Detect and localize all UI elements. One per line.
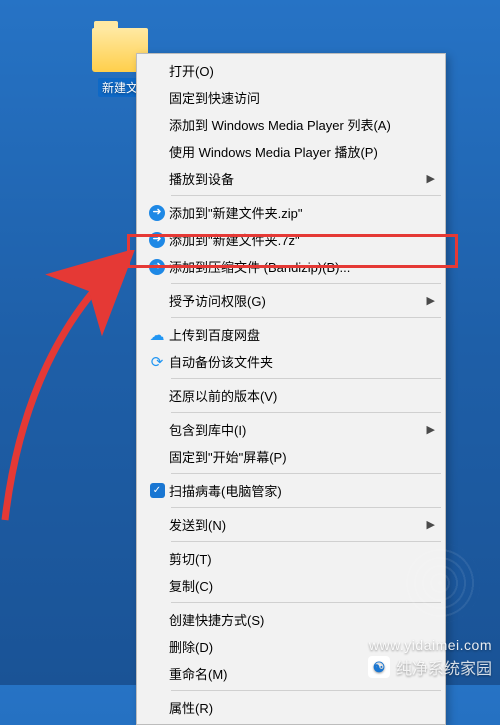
menu-copy[interactable]: 复制(C) (139, 572, 443, 599)
menu-add-7z-label: 添加到"新建文件夹.7z" (169, 230, 435, 249)
watermark-url: www.yidaimei.com (369, 637, 492, 653)
menu-grant-access[interactable]: 授予访问权限(G) ▶ (139, 287, 443, 314)
menu-divider (171, 412, 441, 413)
menu-divider (171, 690, 441, 691)
watermark-logo-icon: ☯ (368, 656, 390, 678)
menu-add-zip-label: 添加到"新建文件夹.zip" (169, 203, 435, 222)
menu-pin-start[interactable]: 固定到"开始"屏幕(P) (139, 443, 443, 470)
menu-play-wmp-label: 使用 Windows Media Player 播放(P) (169, 142, 435, 161)
chevron-right-icon: ▶ (421, 294, 435, 307)
bandizip-icon: ➜ (145, 259, 169, 275)
menu-cut-label: 剪切(T) (169, 549, 435, 568)
watermark-brand-label: 纯净系统家园 (396, 655, 492, 679)
menu-upload-baidu-label: 上传到百度网盘 (169, 325, 435, 344)
bandizip-icon: ➜ (145, 205, 169, 221)
menu-add-archive-bandizip[interactable]: ➜ 添加到压缩文件 (Bandizip)(B)... (139, 253, 443, 280)
menu-scan-virus-label: 扫描病毒(电脑管家) (169, 481, 435, 500)
menu-cast-to-device[interactable]: 播放到设备 ▶ (139, 165, 443, 192)
menu-add-archive-label: 添加到压缩文件 (Bandizip)(B)... (169, 257, 435, 276)
menu-divider (171, 473, 441, 474)
menu-play-wmp[interactable]: 使用 Windows Media Player 播放(P) (139, 138, 443, 165)
chevron-right-icon: ▶ (421, 518, 435, 531)
chevron-right-icon: ▶ (421, 423, 435, 436)
menu-scan-virus[interactable]: ✓ 扫描病毒(电脑管家) (139, 477, 443, 504)
menu-create-shortcut-label: 创建快捷方式(S) (169, 610, 435, 629)
menu-grant-access-label: 授予访问权限(G) (169, 291, 421, 310)
menu-auto-backup[interactable]: ⟳ 自动备份该文件夹 (139, 348, 443, 375)
menu-pin-quick-label: 固定到快速访问 (169, 88, 435, 107)
cloud-upload-icon: ☁ (145, 326, 169, 344)
menu-add-wmp-list[interactable]: 添加到 Windows Media Player 列表(A) (139, 111, 443, 138)
menu-auto-backup-label: 自动备份该文件夹 (169, 352, 435, 371)
menu-cut[interactable]: 剪切(T) (139, 545, 443, 572)
menu-divider (171, 195, 441, 196)
menu-cast-to-label: 播放到设备 (169, 169, 421, 188)
bandizip-icon: ➜ (145, 232, 169, 248)
menu-divider (171, 507, 441, 508)
menu-restore-prev-label: 还原以前的版本(V) (169, 386, 435, 405)
menu-include-lib-label: 包含到库中(I) (169, 420, 421, 439)
menu-send-to[interactable]: 发送到(N) ▶ (139, 511, 443, 538)
menu-divider (171, 317, 441, 318)
shield-icon: ✓ (145, 483, 169, 498)
menu-properties[interactable]: 属性(R) (139, 694, 443, 721)
menu-divider (171, 378, 441, 379)
menu-open[interactable]: 打开(O) (139, 57, 443, 84)
menu-add-wmp-list-label: 添加到 Windows Media Player 列表(A) (169, 115, 435, 134)
menu-create-shortcut[interactable]: 创建快捷方式(S) (139, 606, 443, 633)
menu-copy-label: 复制(C) (169, 576, 435, 595)
menu-divider (171, 602, 441, 603)
chevron-right-icon: ▶ (421, 172, 435, 185)
menu-pin-quick-access[interactable]: 固定到快速访问 (139, 84, 443, 111)
menu-restore-previous[interactable]: 还原以前的版本(V) (139, 382, 443, 409)
context-menu: 打开(O) 固定到快速访问 添加到 Windows Media Player 列… (136, 53, 446, 725)
menu-upload-baidu[interactable]: ☁ 上传到百度网盘 (139, 321, 443, 348)
menu-divider (171, 541, 441, 542)
menu-add-zip[interactable]: ➜ 添加到"新建文件夹.zip" (139, 199, 443, 226)
menu-add-7z[interactable]: ➜ 添加到"新建文件夹.7z" (139, 226, 443, 253)
menu-include-library[interactable]: 包含到库中(I) ▶ (139, 416, 443, 443)
menu-open-label: 打开(O) (169, 61, 435, 80)
refresh-icon: ⟳ (145, 353, 169, 371)
menu-divider (171, 283, 441, 284)
watermark-brand: ☯ 纯净系统家园 (368, 655, 492, 679)
menu-properties-label: 属性(R) (169, 698, 435, 717)
menu-send-to-label: 发送到(N) (169, 515, 421, 534)
menu-pin-start-label: 固定到"开始"屏幕(P) (169, 447, 435, 466)
